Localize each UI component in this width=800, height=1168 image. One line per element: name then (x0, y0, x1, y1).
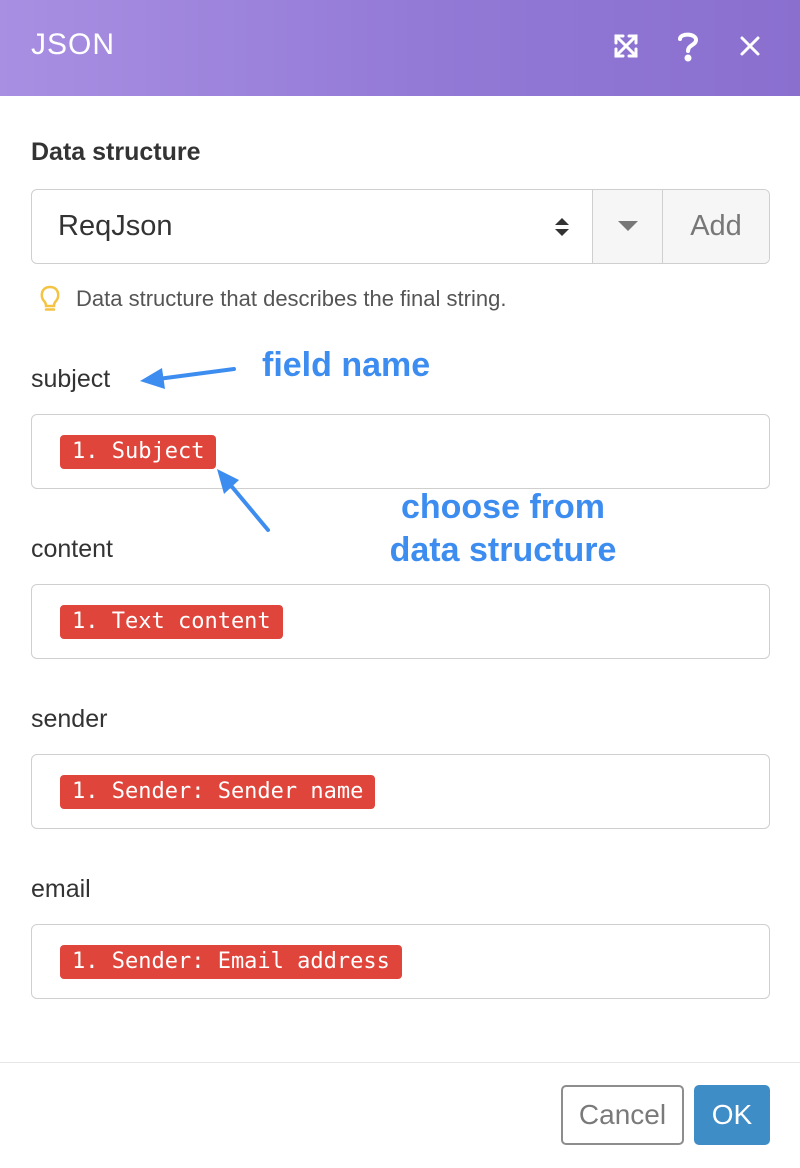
mapped-value-pill[interactable]: 1. Text content (60, 605, 283, 639)
lightbulb-icon (40, 285, 60, 311)
data-structure-select[interactable]: ReqJson Add (31, 189, 770, 264)
question-mark-icon[interactable] (672, 30, 704, 62)
data-structure-value[interactable]: ReqJson (32, 190, 592, 263)
data-structure-label: Data structure (31, 138, 201, 166)
field-label-email: email (31, 875, 91, 903)
footer-divider (0, 1062, 800, 1063)
content-field[interactable]: 1. Text content (31, 584, 770, 659)
subject-field[interactable]: 1. Subject (31, 414, 770, 489)
email-field[interactable]: 1. Sender: Email address (31, 924, 770, 999)
sender-field[interactable]: 1. Sender: Sender name (31, 754, 770, 829)
cancel-button[interactable]: Cancel (561, 1085, 684, 1145)
mapped-value-pill[interactable]: 1. Subject (60, 435, 217, 469)
sort-arrows-icon (555, 218, 569, 236)
modal-header: JSON (0, 0, 800, 96)
mapped-value-pill[interactable]: 1. Sender: Email address (60, 945, 402, 979)
data-structure-hint: Data structure that describes the final … (38, 284, 506, 314)
annotation-field-name: field name (262, 346, 431, 384)
add-data-structure-button[interactable]: Add (662, 190, 769, 263)
close-icon[interactable] (734, 30, 766, 62)
field-label-content: content (31, 535, 114, 563)
annotation-choose-line2: data structure (389, 531, 617, 569)
data-structure-selected: ReqJson (58, 210, 173, 242)
hint-text: Data structure that describes the final … (76, 286, 507, 311)
expand-icon[interactable] (610, 30, 642, 62)
field-label-subject: subject (31, 365, 111, 393)
modal-title: JSON (31, 28, 116, 61)
ok-button[interactable]: OK (694, 1085, 770, 1145)
mapped-value-pill[interactable]: 1. Sender: Sender name (60, 775, 376, 809)
chevron-down-icon (617, 220, 638, 231)
annotation-choose-line1: choose from (400, 488, 606, 526)
data-structure-dropdown-button[interactable] (592, 190, 662, 263)
field-label-sender: sender (31, 705, 108, 733)
arrow-to-field-name-icon (140, 367, 236, 389)
